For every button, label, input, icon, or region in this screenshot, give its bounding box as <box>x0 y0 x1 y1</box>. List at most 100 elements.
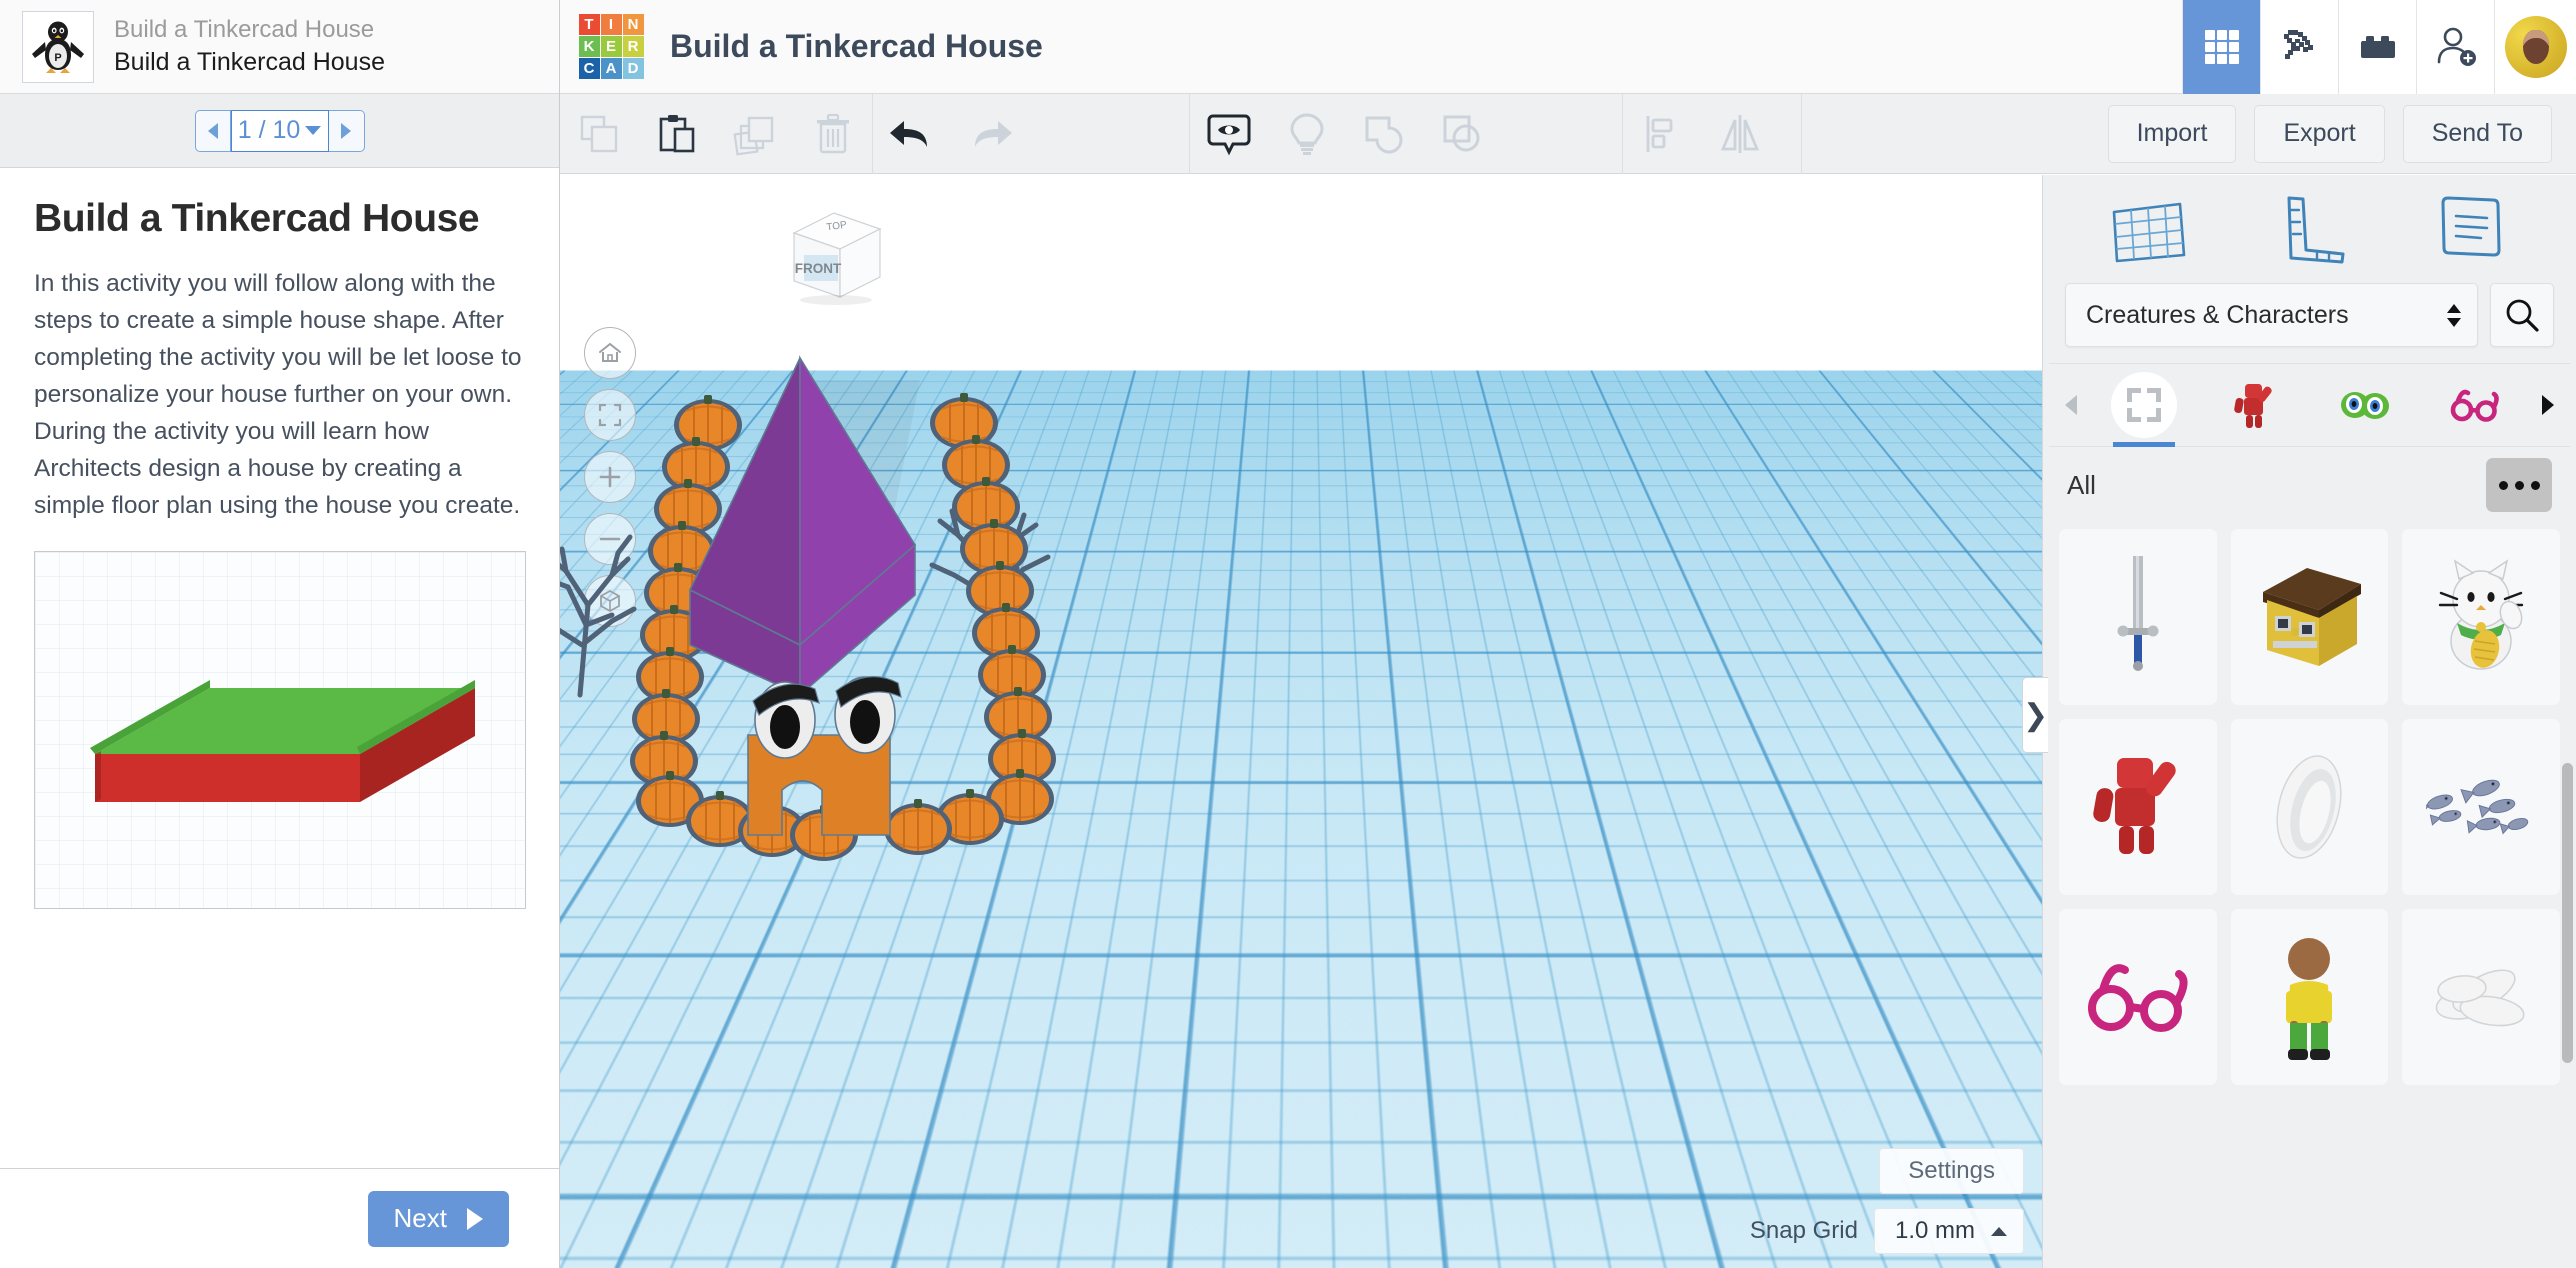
chevron-updown-icon <box>2447 304 2461 327</box>
shape-category-carousel <box>2049 363 2570 447</box>
lesson-panel: P Build a Tinkercad House Build a Tinker… <box>0 0 560 1268</box>
send-to-button[interactable]: Send To <box>2403 105 2552 163</box>
show-hide-button[interactable] <box>1190 94 1268 174</box>
minecraft-pickaxe-icon[interactable] <box>2260 0 2338 94</box>
shape-person[interactable] <box>2231 909 2389 1085</box>
dot-icon <box>2499 481 2508 490</box>
align-button[interactable] <box>1623 94 1701 174</box>
more-options-button[interactable] <box>2486 458 2552 512</box>
edit-tool-group <box>560 94 872 174</box>
carousel-next-button[interactable] <box>2530 393 2564 417</box>
workplane-grid[interactable] <box>560 371 2042 1268</box>
mirror-button[interactable] <box>1701 94 1779 174</box>
avatar <box>2505 16 2567 78</box>
delete-button[interactable] <box>794 94 872 174</box>
file-action-group: Import Export Send To <box>2108 105 2576 163</box>
lesson-pager: 1 / 10 <box>195 110 365 152</box>
shape-filter-label: All <box>2067 470 2096 501</box>
group-button[interactable] <box>1346 94 1424 174</box>
duplicate-button[interactable] <box>716 94 794 174</box>
shapes-panel: Creatures & Characters All <box>2042 175 2576 1268</box>
zoom-in-button[interactable] <box>584 451 636 503</box>
shape-minecraft-house[interactable] <box>2231 529 2389 705</box>
grid-apps-icon[interactable] <box>2182 0 2260 94</box>
tinkercad-logo[interactable]: T I N K E R C A D <box>578 14 644 80</box>
fit-to-view-button[interactable] <box>584 389 636 441</box>
shape-grid-scrollbar[interactable] <box>2562 763 2573 1063</box>
shape-shell[interactable] <box>2231 719 2389 895</box>
caret-up-icon <box>1991 1227 2007 1236</box>
zoom-out-button[interactable] <box>584 513 636 565</box>
snap-grid-dropdown[interactable]: 1.0 mm <box>1874 1208 2024 1254</box>
settings-button[interactable]: Settings <box>1879 1148 2024 1194</box>
redo-button[interactable] <box>951 94 1029 174</box>
shape-fish-school[interactable] <box>2402 719 2560 895</box>
export-button[interactable]: Export <box>2254 105 2384 163</box>
chevron-right-icon <box>467 1208 483 1230</box>
next-button[interactable]: Next <box>368 1191 509 1247</box>
snap-grid-value: 1.0 mm <box>1895 1217 1975 1245</box>
shape-petals[interactable] <box>2402 909 2560 1085</box>
ungroup-button[interactable] <box>1424 94 1502 174</box>
next-button-label: Next <box>394 1203 447 1234</box>
home-view-button[interactable] <box>584 327 636 379</box>
user-avatar[interactable] <box>2494 0 2576 94</box>
add-person-icon[interactable] <box>2416 0 2494 94</box>
viewport-nav-controls <box>584 327 636 627</box>
view-tool-group <box>1190 94 1502 174</box>
category-value: Creatures & Characters <box>2086 301 2349 330</box>
paste-button[interactable] <box>638 94 716 174</box>
dot-icon <box>2531 481 2540 490</box>
lesson-description: In this activity you will follow along w… <box>34 266 525 525</box>
grid-plane-icon[interactable] <box>2101 184 2197 274</box>
logo-tile-R: R <box>623 36 644 57</box>
lego-brick-icon[interactable] <box>2338 0 2416 94</box>
carousel-prev-button[interactable] <box>2055 393 2089 417</box>
search-icon[interactable] <box>2490 283 2554 347</box>
snap-grid-row: Snap Grid 1.0 mm <box>1750 1208 2024 1254</box>
shape-grid[interactable] <box>2043 523 2576 1268</box>
carousel-item-eyes[interactable] <box>2310 363 2420 447</box>
view-cube[interactable]: TOP FRONT <box>776 203 892 313</box>
chevron-left-icon <box>208 123 218 139</box>
logo-tile-D: D <box>623 58 644 79</box>
lesson-header-subtitle: Build a Tinkercad House <box>114 15 385 46</box>
copy-button[interactable] <box>560 94 638 174</box>
viewcube-front-label: FRONT <box>795 261 842 276</box>
shape-glasses[interactable] <box>2059 909 2217 1085</box>
undo-button[interactable] <box>873 94 951 174</box>
document-title: Build a Tinkercad House <box>670 28 1043 65</box>
carousel-item-glasses[interactable] <box>2420 363 2530 447</box>
lesson-panel-header: P Build a Tinkercad House Build a Tinker… <box>0 0 559 94</box>
ruler-icon[interactable] <box>2261 184 2357 274</box>
light-bulb-button[interactable] <box>1268 94 1346 174</box>
carousel-item-character[interactable] <box>2199 363 2309 447</box>
logo-tile-T: T <box>579 14 600 35</box>
chevron-right-icon <box>341 123 351 139</box>
editor-toolbar: Import Export Send To <box>560 94 2576 174</box>
page-title: Build a Tinkercad House <box>34 196 525 242</box>
shape-lucky-cat[interactable] <box>2402 529 2560 705</box>
import-button[interactable]: Import <box>2108 105 2237 163</box>
logo-tile-I: I <box>601 14 622 35</box>
lesson-pager-bar: 1 / 10 <box>0 94 559 168</box>
carousel-item-all[interactable] <box>2089 363 2199 447</box>
page-count-dropdown[interactable]: 1 / 10 <box>231 110 329 152</box>
collapse-panel-button[interactable]: ❯ <box>2022 677 2048 753</box>
3d-viewport[interactable]: TOP FRONT Settings Snap Grid 1.0 mm <box>560 175 2042 1268</box>
svg-text:P: P <box>54 52 61 64</box>
prev-page-button[interactable] <box>195 110 231 152</box>
page-count-label: 1 / 10 <box>238 116 301 145</box>
history-tool-group <box>873 94 1029 174</box>
shape-sword[interactable] <box>2059 529 2217 705</box>
arrange-tool-group <box>1623 94 1779 174</box>
category-dropdown[interactable]: Creatures & Characters <box>2065 283 2478 347</box>
shape-red-figure[interactable] <box>2059 719 2217 895</box>
note-icon[interactable] <box>2422 184 2518 274</box>
next-page-button[interactable] <box>329 110 365 152</box>
viewport-bottom-controls: Settings Snap Grid 1.0 mm <box>1750 1148 2024 1254</box>
lesson-header-title: Build a Tinkercad House <box>114 46 385 78</box>
logo-tile-E: E <box>601 36 622 57</box>
header-actions <box>2182 0 2576 94</box>
perspective-toggle-button[interactable] <box>584 575 636 627</box>
